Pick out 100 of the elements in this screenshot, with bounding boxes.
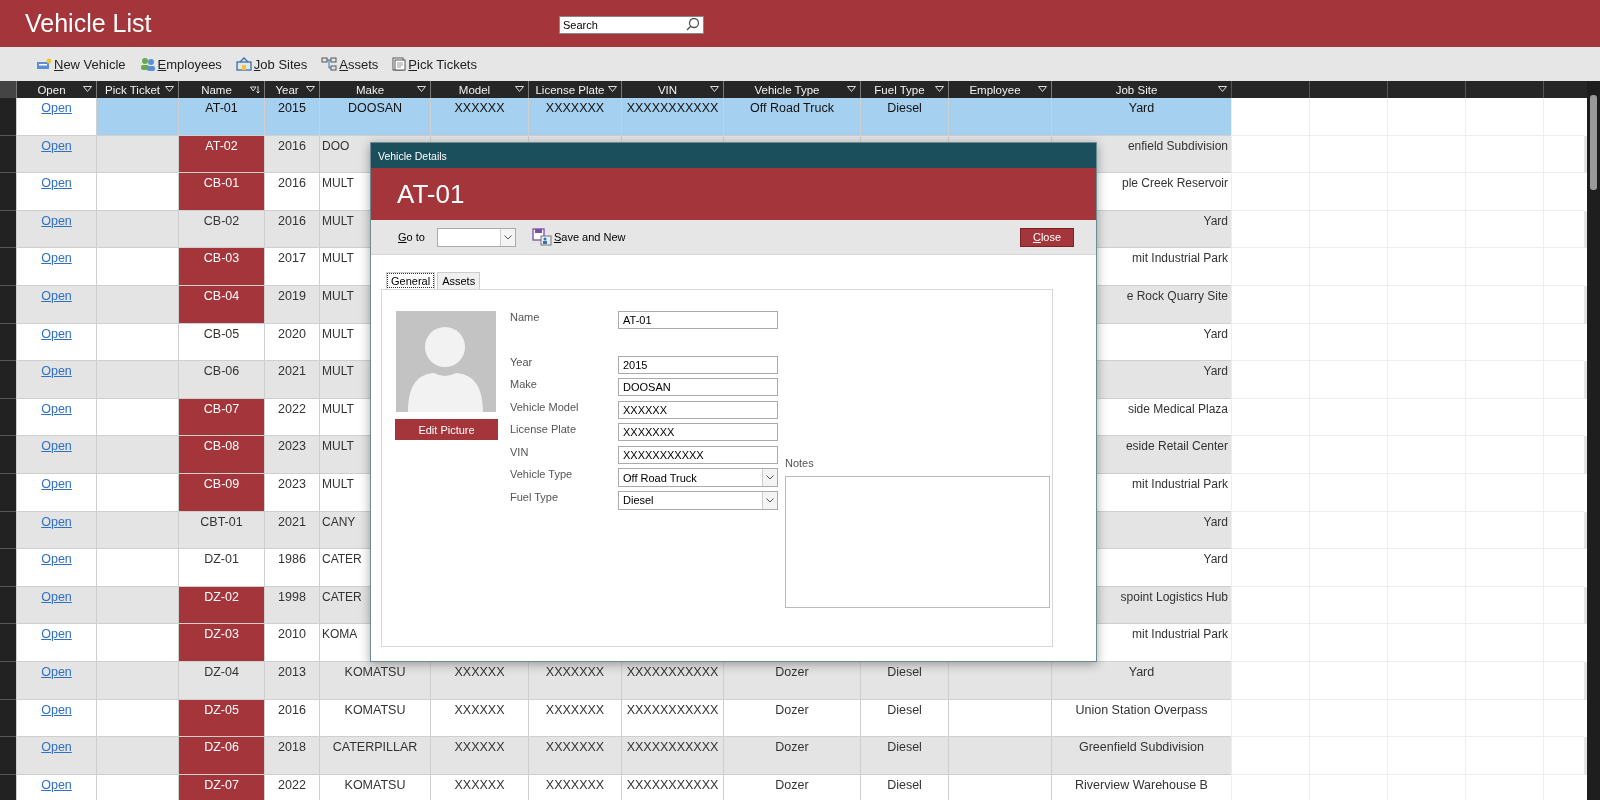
table-cell: side Medical Plaza (1127, 401, 1228, 416)
table-cell: DOOSAN (347, 101, 403, 115)
table-cell: Diesel (887, 740, 922, 755)
table-cell: 2010 (278, 627, 306, 642)
table-cell: CB-05 (203, 326, 240, 341)
notes-label: Notes (785, 457, 815, 469)
table-cell: mit Industrial Park (1131, 627, 1228, 642)
table-cell: DOO (322, 138, 350, 153)
table-cell: CB-03 (203, 251, 240, 266)
field-label: Name (510, 311, 541, 323)
table-cell: MULT (322, 476, 354, 491)
table-cell: 2023 (278, 476, 306, 491)
table-cell: AT-02 (205, 138, 238, 153)
table-cell: XXXXXXX (545, 777, 605, 792)
table-cell: XXXXXXX (545, 664, 605, 679)
table-cell: CBT-01 (200, 514, 243, 529)
table-cell: CB-04 (203, 288, 240, 303)
table-cell: MULT (322, 326, 354, 341)
table-cell: 1998 (278, 589, 306, 604)
table-cell: KOMATSU (344, 702, 406, 717)
table-cell: DZ-04 (204, 664, 239, 679)
record-heading: AT-01 (397, 178, 465, 210)
table-cell: XXXXXX (454, 740, 505, 755)
field-label: VIN (510, 445, 530, 458)
table-cell: MULT (322, 288, 354, 303)
table-cell: DZ-06 (204, 740, 239, 755)
table-cell: mit Industrial Park (1131, 251, 1228, 266)
table-cell: CATER (322, 552, 362, 567)
table-cell: CB-02 (203, 213, 240, 228)
table-cell: CANY (322, 514, 356, 529)
table-cell: 2013 (278, 664, 306, 679)
table-cell: XXXXXXX (545, 740, 605, 755)
table-cell: AT-01 (205, 101, 238, 115)
table-cell: XXXXXXXXXXX (626, 777, 719, 792)
table-cell: Yard (1203, 213, 1228, 228)
field-label: Vehicle Type (510, 468, 574, 480)
table-cell: ple Creek Reservoir (1121, 176, 1228, 191)
table-cell: KOMA (322, 627, 358, 642)
table-cell: XXXXXX (454, 664, 505, 679)
table-cell: CB-08 (203, 439, 240, 454)
table-cell: 2021 (278, 514, 306, 529)
table-cell: Yard (1128, 101, 1155, 115)
table-cell: DZ-02 (204, 589, 239, 604)
table-cell: XXXXXXXXXXX (626, 740, 719, 755)
table-cell: 2023 (278, 439, 306, 454)
table-cell: Dozer (775, 702, 809, 717)
table-cell: spoint Logistics Hub (1120, 589, 1228, 604)
table-cell: 2016 (278, 138, 306, 153)
table-cell: Diesel (887, 777, 922, 792)
table-cell: CB-09 (203, 476, 240, 491)
table-cell: Diesel (887, 664, 922, 679)
table-cell: XXXXXXXXXXX (626, 664, 719, 679)
table-cell: KOMATSU (344, 777, 406, 792)
table-cell: 2016 (278, 702, 306, 717)
table-cell: Diesel (887, 101, 922, 115)
table-cell: MULT (322, 401, 354, 416)
table-cell: 2017 (278, 251, 306, 266)
table-cell: 2020 (278, 326, 306, 341)
table-cell: Diesel (887, 702, 922, 717)
table-cell: DZ-01 (204, 552, 239, 567)
table-cell: Yard (1203, 326, 1228, 341)
table-cell: KOMATSU (344, 664, 406, 679)
table-cell: 2022 (278, 401, 306, 416)
table-cell: DZ-07 (204, 777, 239, 792)
table-cell: XXXXXXXXXXX (626, 101, 719, 115)
table-cell: Dozer (775, 740, 809, 755)
table-cell: MULT (322, 364, 354, 379)
table-cell: Dozer (775, 664, 809, 679)
table-cell: Yard (1203, 552, 1228, 567)
table-cell: Union Station Overpass (1075, 702, 1208, 717)
table-cell: eside Retail Center (1125, 439, 1228, 454)
table-cell: enfield Subdivision (1127, 138, 1228, 153)
table-cell: XXXXXX (454, 702, 505, 717)
table-cell: 1986 (278, 552, 306, 567)
table-cell: XXXXXX (454, 101, 505, 115)
table-cell: XXXXXXX (545, 702, 605, 717)
table-cell: 2016 (278, 176, 306, 191)
field-label: Vehicle Model (510, 400, 580, 413)
field-label: Year (510, 355, 534, 368)
table-cell: 2016 (278, 213, 306, 228)
table-cell: e Rock Quarry Site (1126, 288, 1228, 303)
table-cell: DZ-03 (204, 627, 239, 642)
goto-label: Go to (398, 231, 425, 243)
table-cell: CB-06 (203, 364, 240, 379)
field-label: License Plate (510, 423, 578, 435)
table-cell: mit Industrial Park (1131, 476, 1228, 491)
table-cell: XXXXXX (454, 777, 505, 792)
table-cell: 2015 (278, 101, 306, 115)
table-cell: Dozer (775, 777, 809, 792)
table-cell: Greenfield Subdivision (1078, 740, 1205, 755)
table-cell: XXXXXXXXXXX (626, 702, 719, 717)
table-cell: Yard (1128, 664, 1155, 679)
table-cell: CATER (322, 589, 362, 604)
app-title: Vehicle List (25, 9, 153, 38)
table-cell: DZ-05 (204, 702, 239, 717)
table-cell: 2022 (278, 777, 306, 792)
table-cell: Riverview Warehouse B (1075, 777, 1208, 792)
table-cell: Yard (1203, 514, 1228, 529)
table-cell: 2018 (278, 740, 306, 755)
table-cell: MULT (322, 251, 354, 266)
